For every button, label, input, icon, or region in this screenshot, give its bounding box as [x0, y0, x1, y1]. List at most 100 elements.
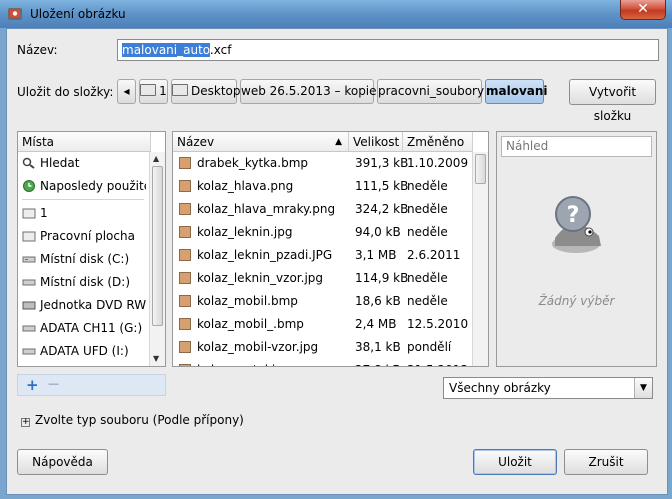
drive-icon: [22, 256, 36, 263]
add-place-icon[interactable]: +: [26, 376, 39, 394]
file-row[interactable]: kolaz_motyl.jpg 27,8 kB 31.5.2013: [173, 359, 468, 366]
file-modified: 2.6.2011: [407, 248, 461, 262]
place-item-dvd[interactable]: Jednotka DVD RW...: [18, 294, 146, 317]
image-file-icon: [179, 318, 191, 330]
file-size: 94,0 kB: [355, 225, 401, 239]
drive-icon: [22, 348, 36, 355]
file-size: 18,6 kB: [355, 294, 401, 308]
drive-icon: [22, 325, 36, 332]
breadcrumb-item-malovani[interactable]: malovani: [485, 79, 548, 104]
preview-empty-text: Žádný výběr: [538, 294, 615, 308]
file-row[interactable]: kolaz_leknin.jpg 94,0 kB neděle: [173, 221, 465, 244]
save-image-dialog: Uložení obrázku ✕ Název: malovani_auto.x…: [0, 0, 672, 499]
place-item-recent[interactable]: Naposledy použité: [18, 175, 146, 198]
scroll-down-arrow-icon[interactable]: ▼: [153, 354, 159, 363]
svg-text:?: ?: [567, 203, 580, 228]
breadcrumb-back-button[interactable]: ◂: [117, 79, 136, 104]
file-name: kolaz_leknin_vzor.jpg: [197, 271, 324, 285]
file-row[interactable]: kolaz_mobil.bmp 18,6 kB neděle: [173, 290, 465, 313]
file-modified: 1.10.2009: [407, 156, 469, 170]
gimp-app-icon: [8, 8, 22, 20]
dvd-icon: [22, 301, 36, 310]
places-scrollbar[interactable]: ▲ ▼: [149, 152, 165, 366]
file-row[interactable]: kolaz_mobil_.bmp 2,4 MB 12.5.2010: [173, 313, 469, 336]
file-size: 27,8 kB: [355, 359, 401, 366]
file-row[interactable]: kolaz_hlava.png 111,5 kB neděle: [173, 175, 465, 198]
file-name-input[interactable]: malovani_auto.xcf: [117, 39, 659, 61]
file-name: kolaz_hlava_mraky.png: [197, 202, 336, 216]
no-preview-wilber-icon: ?: [552, 196, 601, 253]
file-row[interactable]: drabek_kytka.bmp 391,3 kB 1.10.2009: [173, 152, 469, 175]
breadcrumb-item-1[interactable]: 1: [139, 79, 168, 104]
file-size: 111,5 kB: [355, 179, 409, 193]
image-file-icon: [179, 203, 191, 215]
close-button[interactable]: ✕: [620, 0, 666, 20]
file-row[interactable]: kolaz_mobil-vzor.jpg 38,1 kB pondělí: [173, 336, 465, 359]
place-item-disk-d[interactable]: Místní disk (D:): [18, 271, 146, 294]
place-item-desktop[interactable]: Pracovní plocha: [18, 225, 146, 248]
file-name-extension: .xcf: [209, 43, 232, 57]
places-scroll-thumb[interactable]: [152, 166, 163, 326]
column-header-modified[interactable]: Změněno: [403, 132, 473, 152]
place-item-search[interactable]: Hledat: [18, 152, 146, 175]
places-header[interactable]: Místa: [18, 132, 151, 152]
dialog-body: Název: malovani_auto.xcf Uložit do složk…: [6, 28, 668, 495]
file-size: 38,1 kB: [355, 340, 401, 354]
image-file-icon: [179, 180, 191, 192]
image-file-icon: [179, 295, 191, 307]
folder-icon: [140, 84, 157, 96]
preview-panel: Náhled ? Žádný výběr: [496, 131, 657, 367]
place-item-adata-ch11[interactable]: ADATA CH11 (G:): [18, 317, 146, 340]
help-button[interactable]: Nápověda: [17, 449, 108, 475]
file-name: drabek_kytka.bmp: [197, 156, 309, 170]
file-name: kolaz_leknin_pzadi.JPG: [197, 248, 333, 262]
file-modified: pondělí: [407, 340, 452, 354]
file-name: kolaz_mobil_.bmp: [197, 317, 304, 331]
file-row[interactable]: kolaz_hlava_mraky.png 324,2 kB neděle: [173, 198, 465, 221]
preview-header: Náhled: [501, 136, 652, 157]
image-file-icon: [179, 272, 191, 284]
file-list-panel: Název ▲ Velikost Změněno drabek_kytka.bmp…: [172, 131, 489, 367]
file-list-scroll-thumb[interactable]: [475, 154, 486, 184]
image-file-icon: [179, 157, 191, 169]
file-modified: neděle: [407, 271, 448, 285]
breadcrumb-item-web[interactable]: web 26.5.2013 – kopie: [240, 79, 377, 104]
file-name-selected-text: malovani_auto: [122, 43, 210, 57]
save-folder-label: Uložit do složky:: [17, 85, 114, 99]
place-item-1[interactable]: 1: [18, 202, 146, 225]
search-icon: [22, 157, 35, 169]
breadcrumb-item-pracovni-soubory[interactable]: pracovni_soubory: [377, 79, 484, 104]
file-name: kolaz_mobil.bmp: [197, 294, 298, 308]
remove-place-icon[interactable]: —: [48, 377, 59, 390]
image-file-icon: [179, 249, 191, 261]
image-file-icon: [179, 226, 191, 238]
file-size: 324,2 kB: [355, 202, 409, 216]
title-bar[interactable]: Uložení obrázku ✕: [0, 0, 672, 28]
create-folder-button[interactable]: Vytvořit složku: [569, 79, 656, 123]
file-modified: 12.5.2010: [407, 317, 469, 331]
file-type-expander[interactable]: + Zvolte typ souboru (Podle přípony): [21, 413, 244, 427]
file-row[interactable]: kolaz_leknin_vzor.jpg 114,9 kB neděle: [173, 267, 465, 290]
image-file-icon: [179, 364, 191, 366]
expand-plus-icon[interactable]: +: [21, 418, 30, 427]
breadcrumb-item-desktop[interactable]: Desktop: [171, 79, 241, 104]
file-modified: neděle: [407, 225, 448, 239]
place-item-adata-ufd[interactable]: ADATA UFD (I:): [18, 340, 146, 363]
file-filter-select[interactable]: Všechny obrázky ▼: [443, 377, 653, 399]
file-list-scrollbar[interactable]: [472, 152, 488, 366]
file-name: kolaz_leknin.jpg: [197, 225, 293, 239]
places-separator: [22, 199, 144, 200]
file-row[interactable]: kolaz_leknin_pzadi.JPG 3,1 MB 2.6.2011: [173, 244, 465, 267]
save-button[interactable]: Uložit: [473, 449, 557, 475]
column-header-size[interactable]: Velikost: [349, 132, 403, 152]
place-item-disk-c[interactable]: Místní disk (C:): [18, 248, 146, 271]
scroll-up-arrow-icon[interactable]: ▲: [153, 154, 159, 163]
chevron-down-icon[interactable]: ▼: [634, 378, 652, 398]
column-header-name[interactable]: Název ▲: [173, 132, 349, 152]
file-modified: neděle: [407, 202, 448, 216]
file-name: kolaz_mobil-vzor.jpg: [197, 340, 319, 354]
name-label: Název:: [17, 43, 58, 57]
folder-icon: [172, 84, 188, 96]
folder-icon: [22, 231, 36, 242]
cancel-button[interactable]: Zrušit: [564, 449, 648, 475]
